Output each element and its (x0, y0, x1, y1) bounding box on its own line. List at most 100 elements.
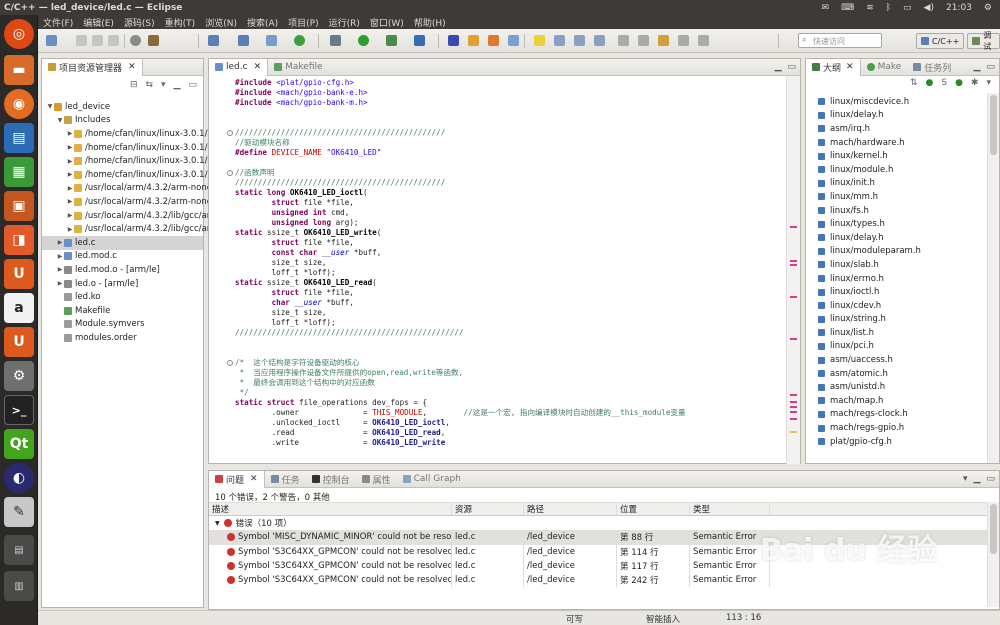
close-icon[interactable]: ✕ (846, 62, 854, 72)
menu-navigate[interactable]: 浏览(N) (200, 16, 242, 29)
hide-fields-icon[interactable]: ● (925, 78, 933, 90)
print-icon[interactable] (108, 35, 119, 46)
outline-item[interactable]: plat/gpio-cfg.h (806, 435, 999, 449)
amazon-icon[interactable]: a (4, 293, 34, 323)
outline-item[interactable]: mach/regs-gpio.h (806, 421, 999, 435)
overview-ruler[interactable] (786, 76, 800, 464)
ubuntu-one-icon[interactable]: U (4, 259, 34, 289)
run-icon[interactable] (358, 35, 369, 46)
highlight-icon[interactable] (534, 35, 545, 46)
tree-item[interactable]: Module.symvers (42, 318, 203, 332)
expand-icon[interactable]: ▶ (56, 253, 64, 260)
outline-item[interactable]: linux/moduleparam.h (806, 245, 999, 259)
firefox-icon[interactable]: ◉ (4, 89, 34, 119)
new-icon[interactable] (46, 35, 57, 46)
impress-icon[interactable]: ▣ (4, 191, 34, 221)
outline-item[interactable]: linux/module.h (806, 163, 999, 177)
menu-file[interactable]: 文件(F) (38, 16, 78, 29)
expand-icon[interactable]: ▶ (66, 212, 74, 219)
last-edit-icon[interactable] (658, 35, 669, 46)
perspective-debug-button[interactable]: 调试 (967, 31, 1000, 51)
maximize-icon[interactable]: ▭ (986, 474, 995, 484)
column-type[interactable]: 类型 (690, 503, 770, 515)
outline-item[interactable]: linux/pci.h (806, 340, 999, 354)
save-icon[interactable] (76, 35, 87, 46)
expand-icon[interactable]: ▼ (215, 520, 220, 527)
outline-item[interactable]: linux/string.h (806, 313, 999, 327)
perspective-cpp-button[interactable]: C/C++ (916, 33, 965, 49)
eclipse-icon[interactable]: ◐ (4, 463, 34, 493)
tab-task-list[interactable]: 任务列 (907, 59, 957, 76)
expand-icon[interactable]: ▼ (46, 103, 54, 110)
external-tools-icon[interactable] (414, 35, 425, 46)
column-description[interactable]: 描述 (209, 503, 452, 515)
view-menu-icon[interactable]: ▾ (963, 474, 968, 484)
column-location[interactable]: 位置 (617, 503, 690, 515)
refresh-icon[interactable] (294, 35, 305, 46)
search-icon[interactable] (448, 35, 459, 46)
tree-item[interactable]: Makefile (42, 304, 203, 318)
menu-help[interactable]: 帮助(H) (409, 16, 451, 29)
writer-icon[interactable]: ▤ (4, 123, 34, 153)
outline-item[interactable]: linux/ioctl.h (806, 285, 999, 299)
ubuntu-dash-icon[interactable]: ◎ (4, 19, 34, 49)
tree-item[interactable]: ▶ /usr/local/arm/4.3.2/arm-none (42, 182, 212, 196)
next-annotation-icon[interactable] (618, 35, 629, 46)
outline-scrollbar[interactable] (987, 93, 999, 463)
expand-icon[interactable]: ▶ (66, 130, 74, 137)
menu-run[interactable]: 运行(R) (324, 16, 365, 29)
tree-item[interactable]: ▶ /home/cfan/linux/linux-3.0.1/a (42, 127, 213, 141)
outline-item[interactable]: linux/init.h (806, 177, 999, 191)
system-settings-icon[interactable]: ⚙ (4, 361, 34, 391)
input-method-icon[interactable]: ⌨ (841, 3, 854, 13)
forward-icon[interactable] (698, 35, 709, 46)
expand-icon[interactable]: ▶ (56, 266, 64, 273)
outline-item[interactable]: linux/slab.h (806, 258, 999, 272)
tab-outline[interactable]: 大纲 ✕ (806, 58, 861, 76)
outline-item[interactable]: mach/regs-clock.h (806, 408, 999, 422)
minimize-icon[interactable]: ▁ (974, 62, 981, 72)
new-class-icon[interactable] (266, 35, 277, 46)
expand-icon[interactable]: ▶ (66, 171, 74, 178)
maximize-icon[interactable]: ▭ (188, 80, 197, 92)
outline-item[interactable]: linux/delay.h (806, 109, 999, 123)
tab-properties[interactable]: 属性 (356, 471, 397, 488)
minimize-icon[interactable]: ▁ (974, 474, 981, 484)
problems-scrollbar[interactable] (987, 502, 999, 607)
menu-edit[interactable]: 编辑(E) (78, 16, 119, 29)
tree-item[interactable]: ▶ led.o - [arm/le] (42, 277, 203, 291)
outline-item[interactable]: linux/mm.h (806, 190, 999, 204)
outline-item[interactable]: linux/fs.h (806, 204, 999, 218)
tab-tasks[interactable]: 任务 (265, 471, 306, 488)
qt-creator-icon[interactable]: Qt (4, 429, 34, 459)
outline-item[interactable]: linux/errno.h (806, 272, 999, 286)
outline-item[interactable]: asm/uaccess.h (806, 353, 999, 367)
bluetooth-icon[interactable]: ᛒ (886, 3, 891, 13)
tree-item[interactable]: ▼ led_device (42, 100, 203, 114)
expand-icon[interactable]: ▶ (56, 239, 64, 246)
battery-icon[interactable]: ▭ (903, 3, 912, 13)
tree-item[interactable]: ▶ led.mod.c (42, 250, 203, 264)
tab-makefile[interactable]: Makefile (268, 59, 328, 76)
expand-icon[interactable]: ▶ (56, 280, 64, 287)
tab-call-graph[interactable]: Call Graph (397, 471, 467, 488)
open-type-icon[interactable] (468, 35, 479, 46)
tab-console[interactable]: 控制台 (306, 471, 356, 488)
minimize-icon[interactable]: ▁ (174, 80, 181, 92)
menu-window[interactable]: 窗口(W) (365, 16, 409, 29)
new-folder-icon[interactable] (238, 35, 249, 46)
sort-icon[interactable]: ⇅ (910, 78, 918, 90)
outline-item[interactable]: linux/cdev.h (806, 299, 999, 313)
clock[interactable]: 21:03 (946, 3, 972, 13)
volume-icon[interactable]: ◀) (924, 3, 934, 13)
files-icon[interactable]: ▬ (4, 55, 34, 85)
expand-icon[interactable]: ▶ (66, 198, 74, 205)
tree-item[interactable]: modules.order (42, 331, 203, 345)
build-icon[interactable] (148, 35, 159, 46)
column-resource[interactable]: 资源 (452, 503, 524, 515)
back-icon[interactable] (678, 35, 689, 46)
hide-non-public-icon[interactable]: ● (955, 78, 963, 90)
outline-item[interactable]: linux/delay.h (806, 231, 999, 245)
minimize-icon[interactable]: ▁ (775, 62, 782, 72)
trash-icon[interactable]: ▥ (4, 571, 34, 601)
